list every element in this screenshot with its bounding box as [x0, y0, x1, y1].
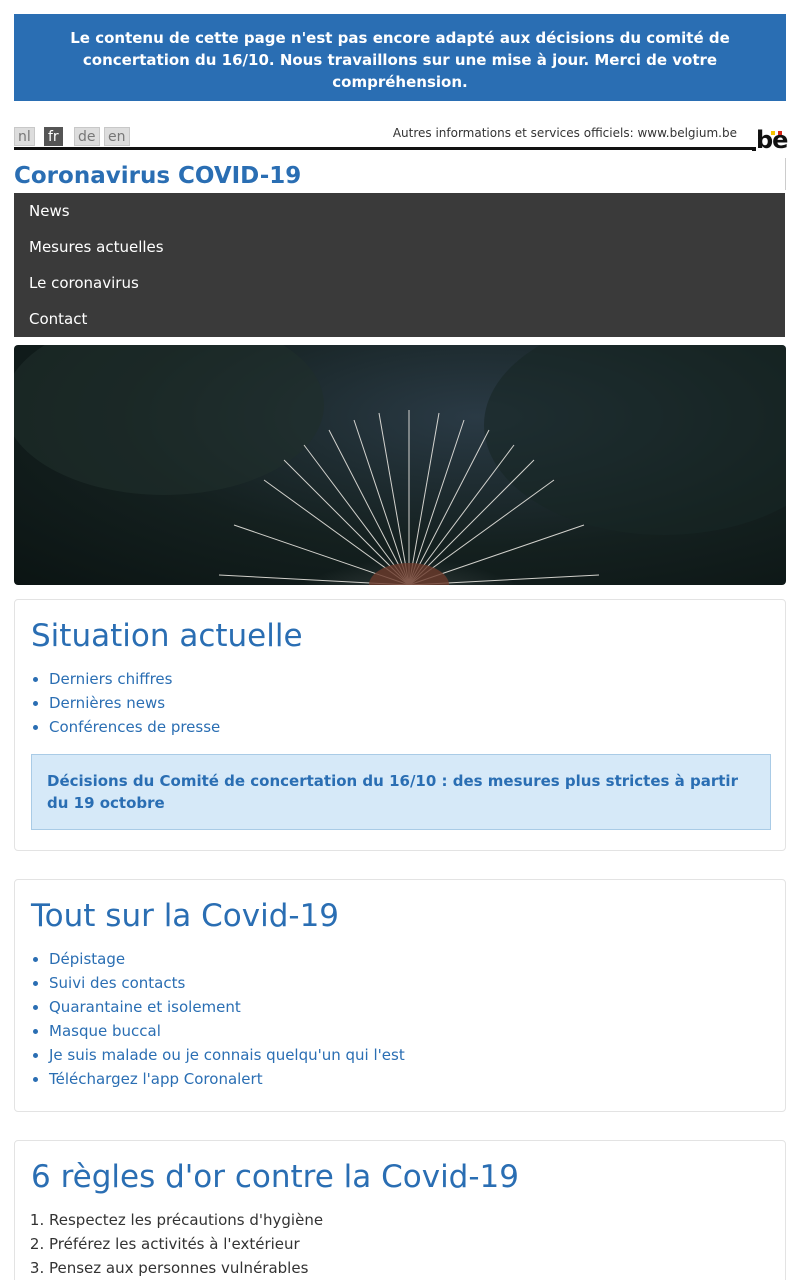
lang-en[interactable]: en [104, 127, 130, 146]
nav-item-contact[interactable]: Contact [29, 301, 87, 337]
covid-card: Tout sur la Covid-19 Dépistage Suivi des… [14, 879, 786, 1112]
dernieres-news-link[interactable]: Dernières news [49, 694, 165, 712]
nav-item-news[interactable]: News [29, 193, 70, 229]
situation-links: Derniers chiffres Dernières news Confére… [49, 667, 220, 739]
be-logo-dot [752, 147, 756, 151]
nav-item-coronavirus[interactable]: Le coronavirus [29, 265, 139, 301]
list-item: Derniers chiffres [49, 667, 220, 691]
list-item: Téléchargez l'app Coronalert [49, 1067, 405, 1091]
dandelion-illustration [14, 345, 786, 585]
suivi-contacts-link[interactable]: Suivi des contacts [49, 974, 185, 992]
site-title[interactable]: Coronavirus COVID-19 [14, 161, 301, 191]
official-info: Autres informations et services officiel… [393, 126, 737, 140]
list-item: Dernières news [49, 691, 220, 715]
list-item: Respectez les précautions d'hygiène [49, 1208, 323, 1232]
conferences-presse-link[interactable]: Conférences de presse [49, 718, 220, 736]
decision-notice[interactable]: Décisions du Comité de concertation du 1… [31, 754, 771, 830]
list-item: Conférences de presse [49, 715, 220, 739]
situation-card: Situation actuelle Derniers chiffres Der… [14, 599, 786, 851]
list-item: Masque buccal [49, 1019, 405, 1043]
rules-list: Respectez les précautions d'hygiène Préf… [49, 1208, 323, 1280]
main-nav: News Mesures actuelles Le coronavirus Co… [14, 193, 785, 337]
covid-heading: Tout sur la Covid-19 [31, 898, 340, 934]
list-item: Dépistage [49, 947, 405, 971]
list-item: Suivi des contacts [49, 971, 405, 995]
lang-nl[interactable]: nl [14, 127, 35, 146]
malade-link[interactable]: Je suis malade ou je connais quelqu'un q… [49, 1046, 405, 1064]
depistage-link[interactable]: Dépistage [49, 950, 125, 968]
coronalert-link[interactable]: Téléchargez l'app Coronalert [49, 1070, 263, 1088]
decision-notice-text: Décisions du Comité de concertation du 1… [47, 772, 738, 812]
rules-card: 6 règles d'or contre la Covid-19 Respect… [14, 1140, 786, 1280]
situation-heading: Situation actuelle [31, 618, 303, 654]
be-logo[interactable]: be [752, 126, 788, 154]
covid-links: Dépistage Suivi des contacts Quarantaine… [49, 947, 405, 1091]
rules-heading: 6 règles d'or contre la Covid-19 [31, 1159, 519, 1195]
hero-image-dandelion [14, 345, 786, 585]
list-item: Pensez aux personnes vulnérables [49, 1256, 323, 1280]
title-divider [785, 158, 786, 190]
derniers-chiffres-link[interactable]: Derniers chiffres [49, 670, 172, 688]
quarantaine-link[interactable]: Quarantaine et isolement [49, 998, 241, 1016]
lang-de[interactable]: de [74, 127, 100, 146]
be-logo-red-mark [778, 131, 782, 135]
list-item: Je suis malade ou je connais quelqu'un q… [49, 1043, 405, 1067]
header-rule [14, 147, 752, 150]
masque-buccal-link[interactable]: Masque buccal [49, 1022, 161, 1040]
nav-item-mesures[interactable]: Mesures actuelles [29, 229, 164, 265]
list-item: Préférez les activités à l'extérieur [49, 1232, 323, 1256]
belgium-link[interactable]: www.belgium.be [637, 126, 737, 140]
be-logo-yellow-mark [771, 131, 775, 135]
list-item: Quarantaine et isolement [49, 995, 405, 1019]
official-info-label: Autres informations et services officiel… [392, 126, 638, 140]
update-banner-text: Le contenu de cette page n'est pas encor… [70, 29, 730, 91]
lang-fr[interactable]: fr [44, 127, 63, 146]
update-banner: Le contenu de cette page n'est pas encor… [14, 14, 786, 101]
